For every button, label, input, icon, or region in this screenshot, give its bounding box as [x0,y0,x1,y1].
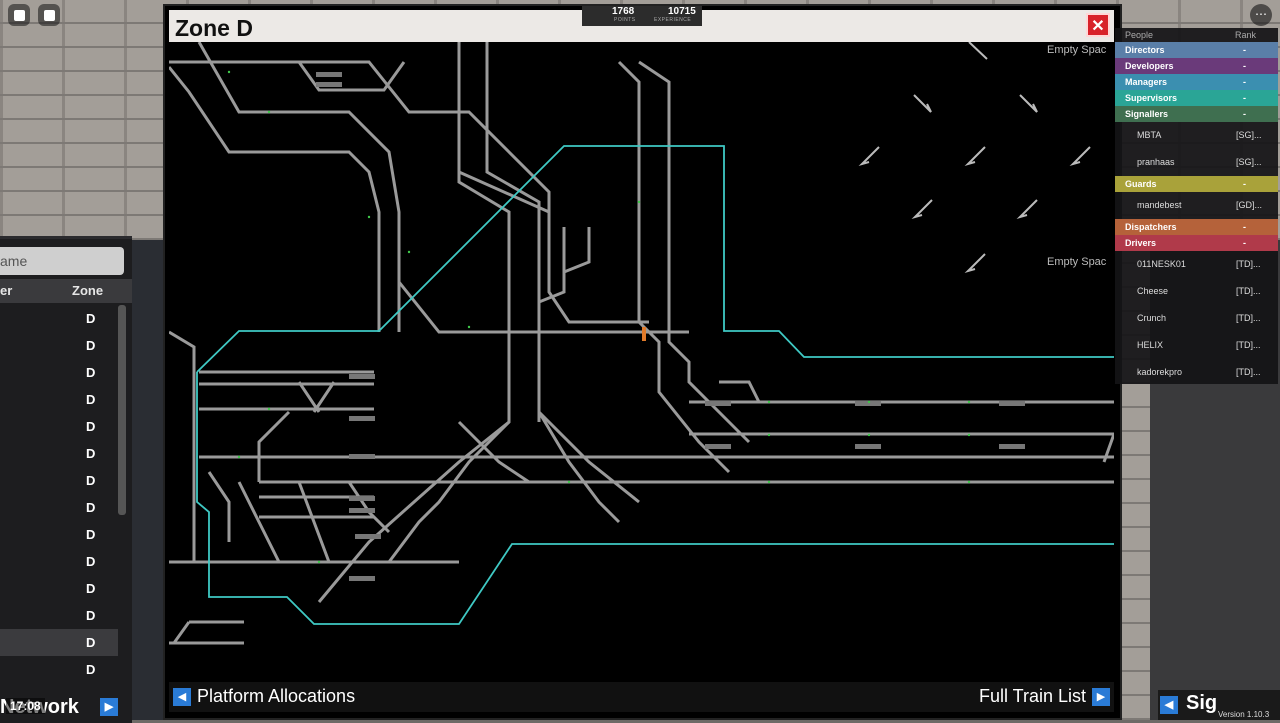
chat-icon[interactable] [38,4,60,26]
list-scrollbar[interactable] [118,305,126,515]
player-list-panel: People Rank Directors - Developers - Manager… [1115,28,1278,384]
points-label: POINTS [614,17,636,23]
list-header: er Zone [0,279,132,303]
team-developers[interactable]: Developers - [1115,58,1278,74]
list-item[interactable]: D [0,467,118,494]
empty-space-label: Empty Spac [1047,44,1107,56]
list-rows: D D D D D D D D D D D D D D [0,305,118,683]
window-footer: ◀ Platform Allocations Full Train List ▶ [169,682,1114,712]
team-guards[interactable]: Guards - [1115,176,1278,192]
player-list-body: Directors - Developers - Managers - Supervisor… [1115,42,1278,386]
player-row[interactable]: HELIX [TD]... [1115,332,1278,359]
list-item[interactable]: D [0,494,118,521]
list-item[interactable]: D [0,440,118,467]
list-item[interactable]: D [0,305,118,332]
train-2V10-marker[interactable] [642,327,646,341]
list-item[interactable]: D [0,332,118,359]
player-row[interactable]: mandebest [GD]... [1115,192,1278,219]
play-arrow-icon: ▶ [100,698,118,716]
zone-column-header: Zone [72,283,104,298]
track-diagram[interactable] [169,42,1114,682]
list-item[interactable]: D [0,656,118,683]
more-menu-icon[interactable]: ⋯ [1250,4,1272,26]
list-item[interactable]: D [0,386,118,413]
player-row[interactable]: Cheese [TD]... [1115,278,1278,305]
team-drivers[interactable]: Drivers - [1115,235,1278,251]
list-item[interactable]: D [0,413,118,440]
team-directors[interactable]: Directors - [1115,42,1278,58]
experience-label: EXPERIENCE [654,17,692,23]
list-item[interactable]: D [0,521,118,548]
train-list-panel: ame er Zone D D D D D D D D D D D D D D [0,236,132,723]
player-row[interactable]: kadorekpro [TD]... [1115,359,1278,386]
player-row[interactable]: MBTA [SG]... [1115,122,1278,149]
list-item[interactable]: D [0,359,118,386]
search-input[interactable]: ame [0,247,124,275]
left-arrow-icon: ◀ [1160,696,1178,714]
platform-allocations-button[interactable]: ◀ Platform Allocations [173,686,355,707]
list-item[interactable]: D [0,575,118,602]
tracks [169,42,1114,645]
game-clock: 17:08 [6,698,45,714]
signal-dots [227,70,971,564]
team-managers[interactable]: Managers - [1115,74,1278,90]
team-signallers[interactable]: Signallers - [1115,106,1278,122]
team-dispatchers[interactable]: Dispatchers - [1115,219,1278,235]
close-button[interactable]: ✕ [1086,13,1110,37]
player-row[interactable]: pranhaas [SG]... [1115,149,1278,176]
player-list-header: People Rank [1125,30,1257,40]
column-header: er [0,283,13,298]
points-value: 1768 [612,6,635,17]
left-arrow-icon: ◀ [173,687,191,706]
full-train-list-button[interactable]: Full Train List ▶ [979,686,1110,707]
empty-space-arrows [858,42,1091,274]
list-item[interactable]: D [0,602,118,629]
team-supervisors[interactable]: Supervisors - [1115,90,1278,106]
right-arrow-icon: ▶ [1092,687,1110,706]
player-row[interactable]: Crunch [TD]... [1115,305,1278,332]
empty-space-label: Empty Spac [1047,256,1107,268]
window-title: Zone D [175,15,253,41]
list-item[interactable]: D [0,548,118,575]
version-label: Version 1.10.3 [1218,710,1270,719]
score-stats: 1768 POINTS 10715 EXPERIENCE [582,6,702,26]
list-item[interactable]: D [0,629,118,656]
player-row[interactable]: 011NESK01 [TD]... [1115,251,1278,278]
zone-map-window: Zone D ✕ 1768 POINTS 10715 EXPERIENCE Em… [163,4,1122,720]
experience-value: 10715 [668,6,696,17]
roblox-logo-icon[interactable] [8,4,30,26]
